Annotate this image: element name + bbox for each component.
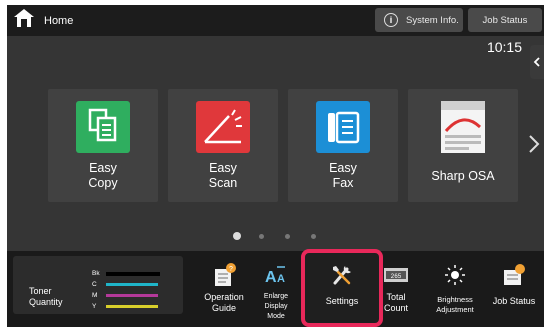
toner-row-bk: Bk: [92, 269, 160, 278]
scan-icon: [196, 101, 250, 153]
counter-icon: 265: [384, 268, 408, 282]
job-status-label: Job Status: [492, 296, 536, 306]
operation-guide-icon: ?: [215, 263, 236, 286]
svg-text:?: ?: [229, 266, 233, 273]
svg-text:265: 265: [391, 273, 402, 280]
info-icon: i: [384, 13, 398, 27]
fax-icon: [316, 101, 370, 153]
job-status-button[interactable]: Job Status: [487, 259, 541, 325]
system-info-label: System Info.: [406, 14, 459, 26]
toner-quantity-label: Toner Quantity: [29, 286, 63, 307]
operation-guide-label: Operation Guide: [204, 292, 244, 313]
brightness-adjustment-button[interactable]: Brightness Adjustment: [427, 259, 483, 325]
operation-guide-button[interactable]: ? Operation Guide: [195, 259, 253, 325]
side-panel-tab[interactable]: [530, 45, 544, 79]
next-page-arrow-icon[interactable]: [527, 133, 541, 155]
home-icon: [13, 8, 35, 33]
enlarge-text-icon: A A: [265, 266, 285, 286]
home-label: Home: [44, 14, 74, 27]
brightness-adjustment-label: Brightness Adjustment: [436, 295, 474, 314]
clock: 10:15: [486, 39, 522, 55]
job-status-icon: [504, 264, 525, 285]
top-bar: Home i System Info. Job Status: [7, 5, 544, 36]
enlarge-display-mode-button[interactable]: A A Enlarge Display Mode: [254, 259, 298, 325]
settings-label: Settings: [325, 296, 359, 306]
settings-button[interactable]: Settings: [305, 259, 379, 325]
toner-row-y: Y: [92, 302, 158, 311]
page-dot[interactable]: [311, 233, 316, 239]
copy-icon: [76, 101, 130, 153]
tile-easy-scan[interactable]: Easy Scan: [168, 89, 278, 202]
wrench-screwdriver-icon: [333, 266, 351, 285]
svg-text:A: A: [277, 273, 285, 285]
toner-quantity-panel[interactable]: Toner Quantity Bk C M Y: [13, 256, 183, 314]
page-indicator: [233, 232, 337, 240]
home-screen: Home i System Info. Job Status 10:15 Eas…: [7, 5, 544, 327]
tile-easy-copy[interactable]: Easy Copy: [48, 89, 158, 202]
toner-row-m: M: [92, 291, 158, 300]
page-dot[interactable]: [259, 233, 264, 239]
tile-label: Sharp OSA: [431, 169, 495, 183]
tile-sharp-osa[interactable]: Sharp OSA: [408, 89, 518, 202]
total-count-label: Total Count: [383, 292, 409, 313]
brightness-sun-icon: [445, 265, 465, 285]
tile-label: Easy Copy: [88, 161, 118, 190]
page-dot[interactable]: [233, 232, 241, 240]
enlarge-display-mode-label: Enlarge Display Mode: [263, 293, 289, 320]
page-dot[interactable]: [285, 233, 290, 239]
system-info-button[interactable]: i System Info.: [375, 8, 463, 32]
total-count-button[interactable]: 265 Total Count: [381, 259, 411, 325]
chevron-left-icon: [533, 57, 540, 67]
sharp-osa-icon: [441, 101, 485, 153]
svg-text:A: A: [265, 269, 277, 286]
tile-label: Easy Fax: [329, 161, 357, 190]
home-button[interactable]: Home: [13, 8, 93, 33]
job-status-top-button[interactable]: Job Status: [468, 8, 542, 32]
tile-easy-fax[interactable]: Easy Fax: [288, 89, 398, 202]
tile-label: Easy Scan: [208, 161, 238, 190]
toner-row-c: C: [92, 280, 158, 289]
